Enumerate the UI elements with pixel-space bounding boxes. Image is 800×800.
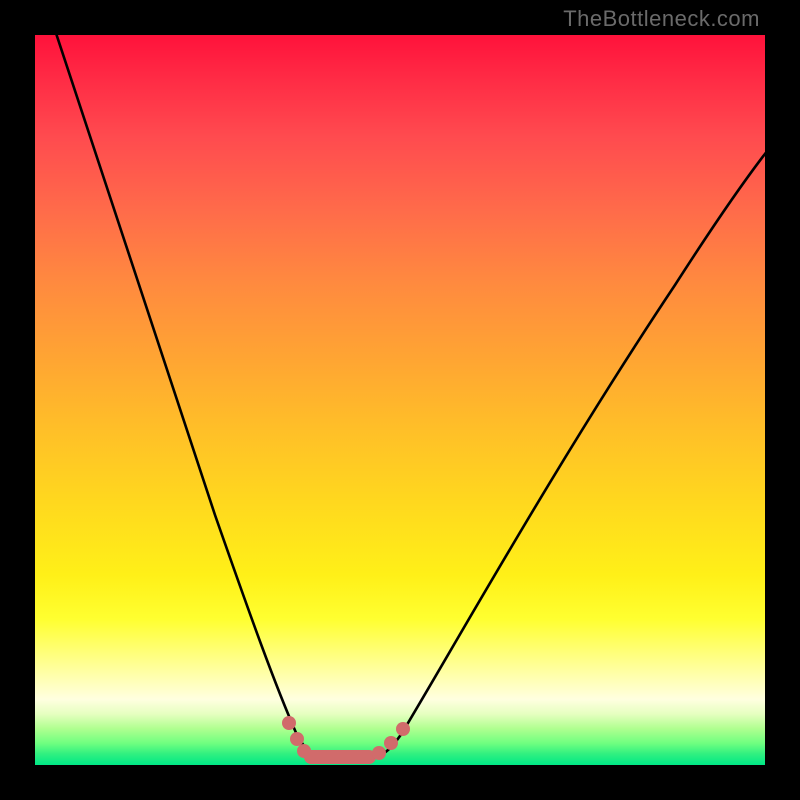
marker-dot	[282, 716, 296, 730]
marker-dot	[384, 736, 398, 750]
marker-dot	[396, 722, 410, 736]
watermark-text: TheBottleneck.com	[563, 6, 760, 32]
bottleneck-curve	[50, 35, 765, 759]
marker-dot	[290, 732, 304, 746]
chart-frame: TheBottleneck.com	[0, 0, 800, 800]
plot-area	[35, 35, 765, 765]
marker-group	[282, 716, 410, 760]
marker-dot	[372, 746, 386, 760]
chart-overlay	[35, 35, 765, 765]
